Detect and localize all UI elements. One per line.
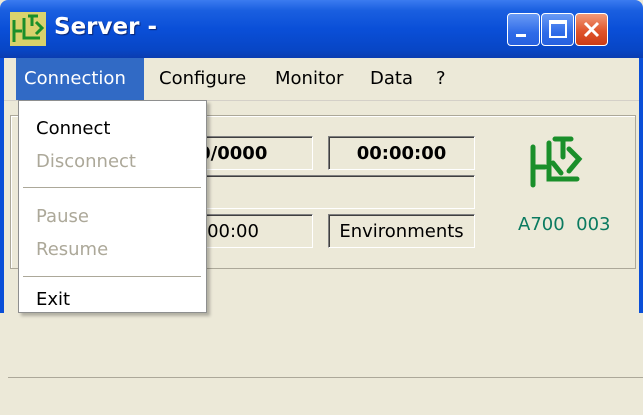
menu-configure[interactable]: Configure	[151, 58, 254, 100]
status-bar	[8, 377, 643, 415]
plotter-logo-icon	[530, 136, 583, 188]
menu-item-pause[interactable]: Pause	[19, 202, 206, 232]
menu-bar: Connection Configure Monitor Data ?	[4, 58, 639, 101]
maximize-button[interactable]	[541, 13, 574, 46]
minimize-icon	[516, 34, 526, 37]
close-button[interactable]	[575, 13, 608, 46]
menu-help[interactable]: ?	[428, 58, 454, 100]
maximize-icon	[549, 20, 567, 38]
menu-monitor[interactable]: Monitor	[267, 58, 351, 100]
menu-item-resume[interactable]: Resume	[19, 235, 206, 265]
plotter-icon	[10, 12, 46, 46]
title-bar[interactable]: Server -	[0, 0, 643, 58]
window-border-right	[639, 58, 643, 313]
menu-separator	[23, 187, 201, 188]
menu-data[interactable]: Data	[362, 58, 421, 100]
device-label: A700 003	[518, 214, 611, 235]
environments-field[interactable]: Environments	[328, 214, 475, 248]
menu-item-connect[interactable]: Connect	[19, 114, 206, 144]
connection-dropdown: Connect Disconnect Pause Resume Exit	[18, 100, 207, 313]
menu-connection[interactable]: Connection	[16, 58, 144, 100]
menu-separator	[23, 276, 201, 277]
time-field: 00:00:00	[328, 136, 475, 170]
close-icon	[583, 21, 600, 38]
menu-item-disconnect[interactable]: Disconnect	[19, 147, 206, 177]
minimize-button[interactable]	[507, 13, 540, 46]
window-title: Server -	[54, 14, 157, 40]
menu-item-exit[interactable]: Exit	[19, 285, 206, 315]
